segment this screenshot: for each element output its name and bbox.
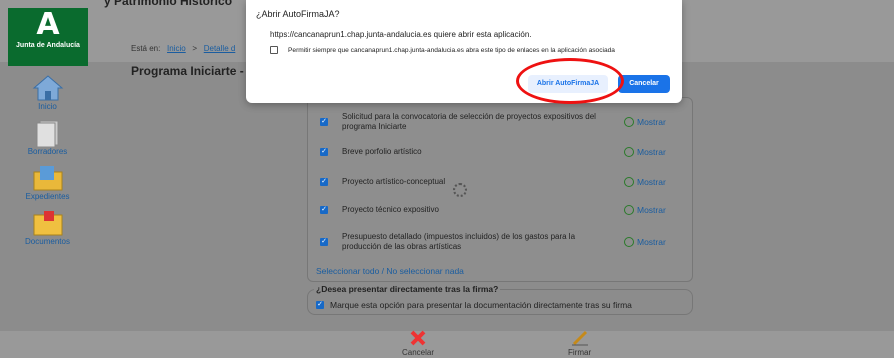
show-link-label: Mostrar [637, 117, 666, 127]
document-checkbox[interactable]: ✓ [320, 178, 328, 186]
folder-icon [33, 166, 62, 191]
page-title: Programa Iniciarte - Co [131, 64, 264, 78]
list-item: ✓ Proyecto técnico expositivo Mostrar [320, 205, 682, 215]
junta-logo[interactable]: A Junta de Andalucía [8, 8, 88, 66]
sidebar-item-label: Expedientes [25, 192, 70, 201]
submit-after-sign-group: ¿Desea presentar directamente tras la fi… [307, 284, 693, 315]
magnifier-icon [624, 177, 634, 187]
magnifier-icon [624, 237, 634, 247]
show-document-link[interactable]: Mostrar [624, 177, 666, 187]
document-checkbox[interactable]: ✓ [320, 118, 328, 126]
list-item: ✓ Presupuesto detallado (impuestos inclu… [320, 232, 682, 252]
documents-panel: ✓ Solicitud para la convocatoria de sele… [307, 97, 693, 282]
breadcrumb-prefix: Está en: [131, 44, 161, 53]
dialog-question: ¿Abrir AutoFirmaJA? [256, 9, 340, 19]
show-document-link[interactable]: Mostrar [624, 147, 666, 157]
list-item: ✓ Solicitud para la convocatoria de sele… [320, 112, 682, 132]
always-allow-option[interactable]: Permitir siempre que cancanaprun1.chap.j… [270, 46, 615, 54]
sidebar-item-inicio[interactable]: Inicio [10, 74, 85, 111]
dialog-message: https://cancanaprun1.chap.junta-andaluci… [270, 30, 532, 39]
sidebar-item-borradores[interactable]: Borradores [10, 119, 85, 156]
documents-icon [33, 211, 62, 236]
sign-label: Firmar [568, 348, 592, 357]
highlight-annotation [516, 58, 624, 104]
document-checkbox[interactable]: ✓ [320, 238, 328, 246]
home-icon [32, 75, 63, 101]
bottom-bar [0, 331, 894, 358]
cancel-label: Cancelar [402, 348, 435, 357]
breadcrumb-separator: > [192, 44, 198, 53]
dialog-cancel-button[interactable]: Cancelar [618, 75, 670, 93]
sidebar-item-expedientes[interactable]: Expedientes [10, 164, 85, 201]
show-document-link[interactable]: Mostrar [624, 237, 666, 247]
document-name: Breve porfolio artístico [342, 147, 422, 156]
show-link-label: Mostrar [637, 205, 666, 215]
show-document-link[interactable]: Mostrar [624, 117, 666, 127]
document-checkbox[interactable]: ✓ [320, 148, 328, 156]
breadcrumb: Está en: Inicio > Detalle d [131, 44, 235, 53]
drafts-icon [36, 120, 58, 147]
sign-button[interactable]: Firmar [568, 330, 591, 357]
sidebar: Inicio Borradores Expedientes Documentos [10, 74, 85, 254]
show-document-link[interactable]: Mostrar [624, 205, 666, 215]
logo-text: Junta de Andalucía [16, 42, 80, 49]
sidebar-item-documentos[interactable]: Documentos [10, 209, 85, 246]
always-allow-checkbox[interactable] [270, 46, 278, 54]
cancel-button[interactable]: Cancelar [402, 330, 434, 357]
logo-mark: A [36, 7, 60, 42]
document-name: Proyecto artístico-conceptual [342, 177, 446, 186]
submit-after-sign-label: Marque esta opción para presentar la doc… [330, 300, 632, 310]
magnifier-icon [624, 205, 634, 215]
list-item: ✓ Breve porfolio artístico Mostrar [320, 147, 682, 157]
select-all-link[interactable]: Seleccionar todo / No seleccionar nada [316, 266, 464, 276]
show-link-label: Mostrar [637, 237, 666, 247]
loading-spinner-icon [453, 183, 467, 197]
sidebar-item-label: Documentos [25, 237, 70, 246]
document-name: Solicitud para la convocatoria de selecc… [342, 112, 596, 131]
sidebar-item-label: Borradores [27, 147, 68, 156]
magnifier-icon [624, 117, 634, 127]
sidebar-item-label: Inicio [38, 102, 57, 111]
document-checkbox[interactable]: ✓ [320, 206, 328, 214]
breadcrumb-detail-link[interactable]: Detalle d [204, 44, 236, 53]
document-name: Proyecto técnico expositivo [342, 205, 439, 214]
document-name: Presupuesto detallado (impuestos incluid… [342, 232, 576, 251]
submit-after-sign-option[interactable]: ✓ Marque esta opción para presentar la d… [316, 300, 632, 310]
submit-after-sign-legend: ¿Desea presentar directamente tras la fi… [314, 284, 501, 294]
submit-after-sign-checkbox[interactable]: ✓ [316, 301, 324, 309]
show-link-label: Mostrar [637, 147, 666, 157]
always-allow-label: Permitir siempre que cancanaprun1.chap.j… [288, 46, 615, 54]
list-item: ✓ Proyecto artístico-conceptual Mostrar [320, 177, 682, 187]
show-link-label: Mostrar [637, 177, 666, 187]
breadcrumb-home-link[interactable]: Inicio [167, 44, 186, 53]
header-title: y Patrimonio Histórico [104, 0, 233, 8]
cancel-x-icon [410, 330, 426, 346]
pen-icon [571, 330, 588, 346]
magnifier-icon [624, 147, 634, 157]
